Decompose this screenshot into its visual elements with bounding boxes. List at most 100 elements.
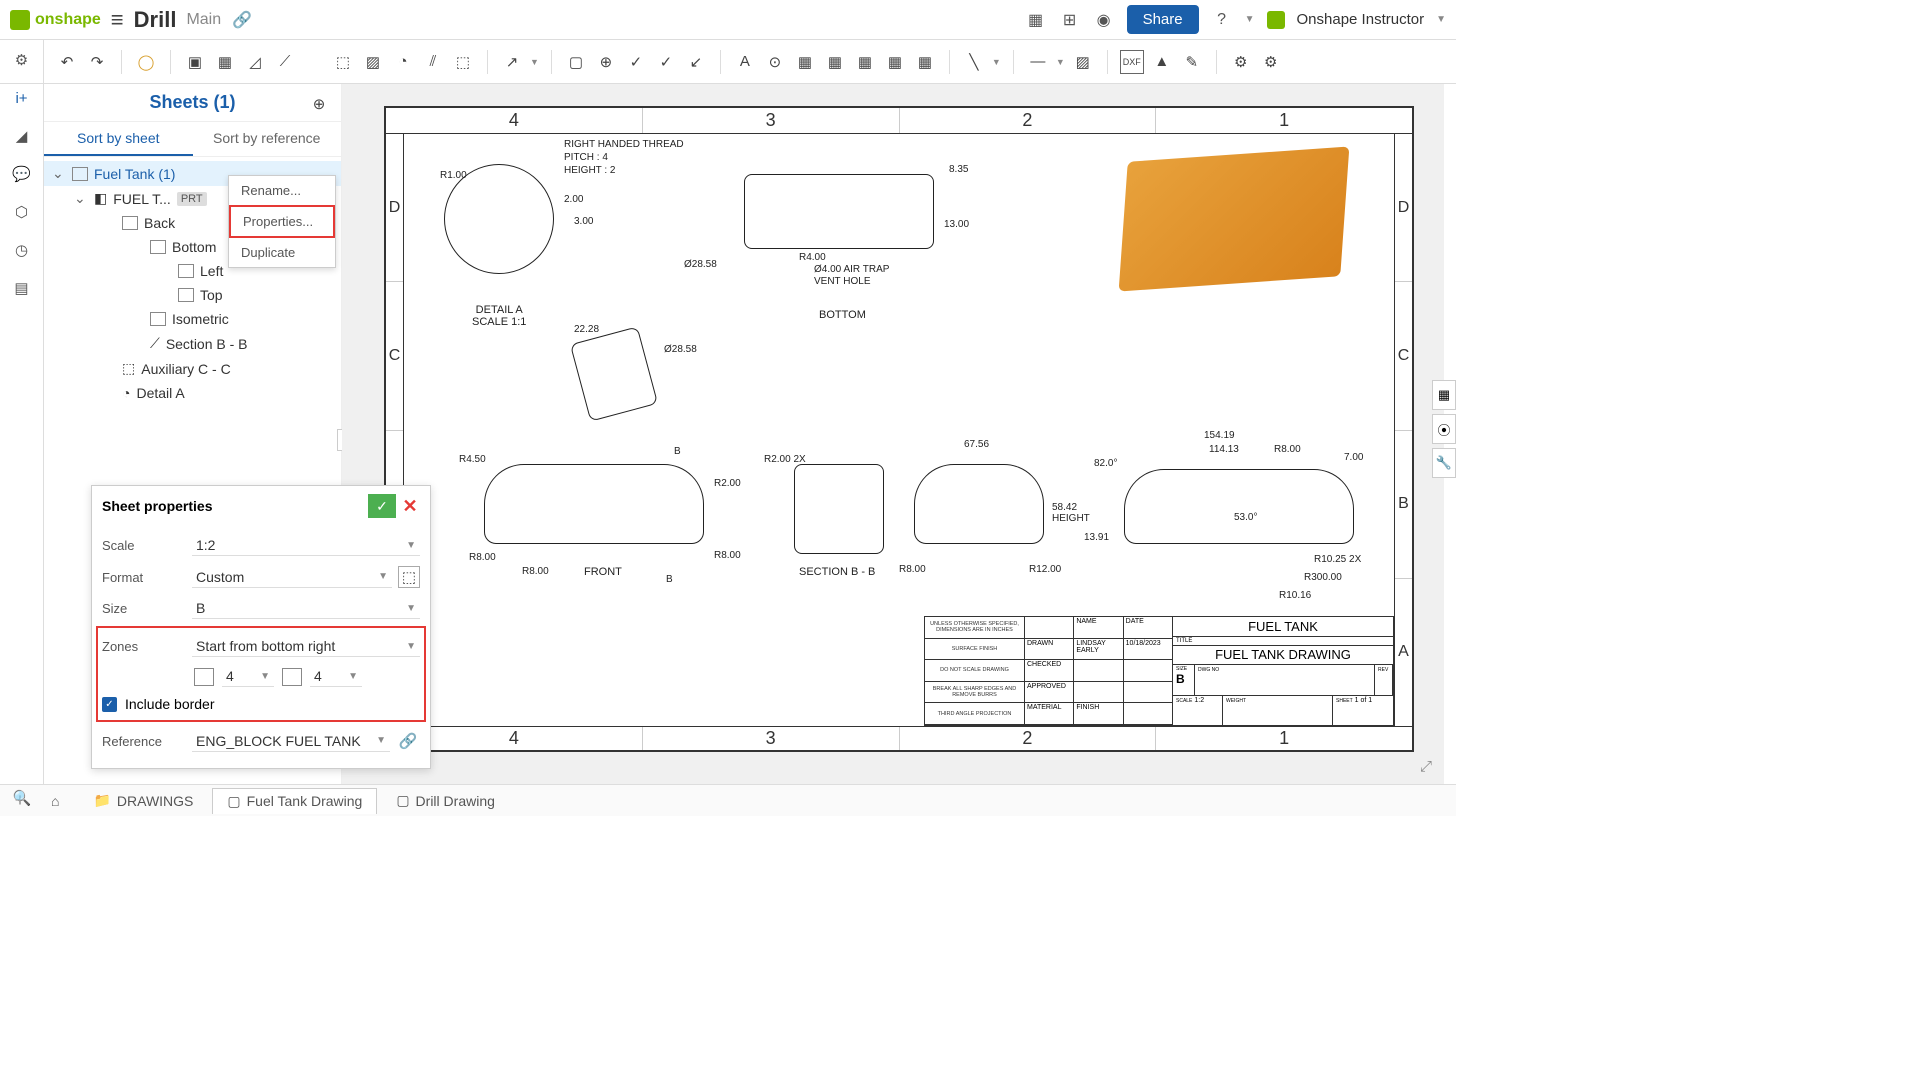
isometric-view[interactable] xyxy=(1119,146,1350,291)
tree-view-section[interactable]: ⟋Section B - B xyxy=(44,331,341,356)
dxf-icon[interactable]: DXF xyxy=(1120,50,1144,74)
chevron-down-icon[interactable]: ⌄ xyxy=(52,165,66,182)
help-dropdown-icon[interactable]: ▼ xyxy=(1245,14,1255,25)
props-cancel-button[interactable]: ✕ xyxy=(400,496,420,517)
hole-table-icon[interactable]: ▦ xyxy=(853,50,877,74)
home-tab[interactable]: ⌂ xyxy=(36,788,74,814)
link-icon[interactable]: 🔗 xyxy=(396,729,420,753)
surface-finish-icon[interactable]: ✓ xyxy=(654,50,678,74)
user-name[interactable]: Onshape Instructor xyxy=(1297,11,1425,28)
title-block[interactable]: UNLESS OTHERWISE SPECIFIED, DIMENSIONS A… xyxy=(924,616,1394,726)
document-title[interactable]: Drill xyxy=(134,7,177,33)
ctx-rename[interactable]: Rename... xyxy=(229,176,335,205)
centerline-icon[interactable]: — xyxy=(1026,50,1050,74)
section-view[interactable] xyxy=(794,464,884,554)
globe-icon[interactable]: ◉ xyxy=(1093,9,1115,31)
four-view-icon[interactable]: ▦ xyxy=(213,50,237,74)
user-dropdown-icon[interactable]: ▼ xyxy=(1436,14,1446,25)
zones-dropdown[interactable]: Start from bottom right▼ xyxy=(192,636,420,657)
centerline-dropdown-icon[interactable]: ▼ xyxy=(1056,57,1065,67)
list-icon[interactable]: ▤ xyxy=(10,276,34,300)
zone-rows-dropdown[interactable]: 4▼ xyxy=(310,666,362,687)
sort-by-sheet-tab[interactable]: Sort by sheet xyxy=(44,122,193,156)
fuel-tank-tab[interactable]: ▢ Fuel Tank Drawing xyxy=(212,788,377,814)
app-icon-2[interactable]: ⊞ xyxy=(1059,9,1081,31)
add-feature-icon[interactable]: i+ xyxy=(10,86,34,110)
comment-icon[interactable]: 💬 xyxy=(10,162,34,186)
dimension-icon[interactable]: ↗ xyxy=(500,50,524,74)
tree-view-detail[interactable]: ◔Detail A xyxy=(44,381,341,405)
hamburger-icon[interactable]: ≡ xyxy=(111,7,124,33)
insert-view-icon[interactable]: ▣ xyxy=(183,50,207,74)
checkbox-checked-icon[interactable]: ✓ xyxy=(102,697,117,712)
share-button[interactable]: Share xyxy=(1127,5,1199,34)
appearance-icon[interactable]: ◢ xyxy=(10,124,34,148)
bom-icon[interactable]: ▦ xyxy=(823,50,847,74)
edit-icon[interactable]: ✎ xyxy=(1180,50,1204,74)
aux-view-icon[interactable]: ⟋ xyxy=(273,50,297,74)
drawing-canvas[interactable]: 4 3 2 1 4 3 2 1 D C B A D C B A DETAIL A xyxy=(342,84,1444,784)
reference-dropdown[interactable]: ENG_BLOCK FUEL TANK▼ xyxy=(192,731,390,752)
expand-icon[interactable]: ⤢ xyxy=(1414,754,1438,778)
feature-tree-icon[interactable]: ⚙ xyxy=(10,48,34,72)
crop-view-icon[interactable]: ⬚ xyxy=(451,50,475,74)
tree-view-top[interactable]: Top xyxy=(44,283,341,307)
note-icon[interactable]: ▢ xyxy=(564,50,588,74)
measure-icon[interactable]: ⚙ xyxy=(1259,50,1283,74)
hatch-icon[interactable]: ▨ xyxy=(1071,50,1095,74)
bottom-view[interactable] xyxy=(744,174,934,249)
image-icon[interactable]: ▲ xyxy=(1150,50,1174,74)
include-border-row[interactable]: ✓ Include border xyxy=(102,691,420,717)
size-dropdown[interactable]: B▼ xyxy=(192,598,420,619)
table-icon[interactable]: ▦ xyxy=(793,50,817,74)
zone-cols-dropdown[interactable]: 4▼ xyxy=(222,666,274,687)
format-dropdown[interactable]: Custom▼ xyxy=(192,567,392,588)
scale-dropdown[interactable]: 1:2▼ xyxy=(192,535,420,556)
help-icon[interactable]: ? xyxy=(1211,9,1233,31)
sort-by-reference-tab[interactable]: Sort by reference xyxy=(193,122,342,156)
cube-icon[interactable]: ⬡ xyxy=(10,200,34,224)
balloon-icon[interactable]: ⊙ xyxy=(763,50,787,74)
detail-view-icon[interactable]: ◔ xyxy=(391,50,415,74)
line-dropdown-icon[interactable]: ▼ xyxy=(992,57,1001,67)
snap-icon[interactable]: ⦿ xyxy=(1432,414,1456,444)
dimension-dropdown-icon[interactable]: ▼ xyxy=(530,57,539,67)
right-view[interactable] xyxy=(1124,469,1354,544)
link-icon[interactable]: 🔗 xyxy=(231,9,253,31)
format-settings-icon[interactable]: ⬚ xyxy=(398,566,420,588)
ctx-properties[interactable]: Properties... xyxy=(229,205,335,238)
projected-view-icon[interactable]: ◿ xyxy=(243,50,267,74)
tree-view-aux[interactable]: ⬚Auxiliary C - C xyxy=(44,356,341,381)
break-view-icon[interactable]: ⫽ xyxy=(421,50,445,74)
back-view[interactable] xyxy=(914,464,1044,544)
drill-tab[interactable]: ▢ Drill Drawing xyxy=(381,787,510,814)
drawings-folder-tab[interactable]: 📁 DRAWINGS xyxy=(78,787,208,814)
datum-icon[interactable]: ⊕ xyxy=(594,50,618,74)
add-sheet-icon[interactable]: ⊕ xyxy=(307,92,331,116)
app-logo[interactable]: onshape xyxy=(10,10,101,30)
props-confirm-button[interactable]: ✓ xyxy=(368,494,396,518)
undo-icon[interactable]: ↶ xyxy=(55,50,79,74)
inspect-icon[interactable]: ⚙ xyxy=(1229,50,1253,74)
weld-icon[interactable]: ↙ xyxy=(684,50,708,74)
text-icon[interactable]: A xyxy=(733,50,757,74)
regen-icon[interactable]: ◯ xyxy=(134,50,158,74)
parts-list-icon[interactable]: ▦ xyxy=(913,50,937,74)
line-icon[interactable]: ╲ xyxy=(962,50,986,74)
app-icon-1[interactable]: ▦ xyxy=(1025,9,1047,31)
search-tabs-icon[interactable]: 🔍 xyxy=(10,786,34,810)
gtol-icon[interactable]: ✓ xyxy=(624,50,648,74)
timer-icon[interactable]: ◷ xyxy=(10,238,34,262)
front-view[interactable] xyxy=(484,464,704,544)
workspace-name[interactable]: Main xyxy=(186,11,221,29)
tree-view-iso[interactable]: Isometric xyxy=(44,307,341,331)
section-view-icon[interactable]: ⬚ xyxy=(331,50,355,74)
ctx-duplicate[interactable]: Duplicate xyxy=(229,238,335,267)
wrench-icon[interactable]: 🔧 xyxy=(1432,448,1456,478)
revision-table-icon[interactable]: ▦ xyxy=(883,50,907,74)
redo-icon[interactable]: ↷ xyxy=(85,50,109,74)
chevron-down-icon[interactable]: ⌄ xyxy=(74,190,88,207)
render-mode-icon[interactable]: ▦ xyxy=(1432,380,1456,410)
aux-view[interactable] xyxy=(570,326,658,421)
broken-section-icon[interactable]: ▨ xyxy=(361,50,385,74)
